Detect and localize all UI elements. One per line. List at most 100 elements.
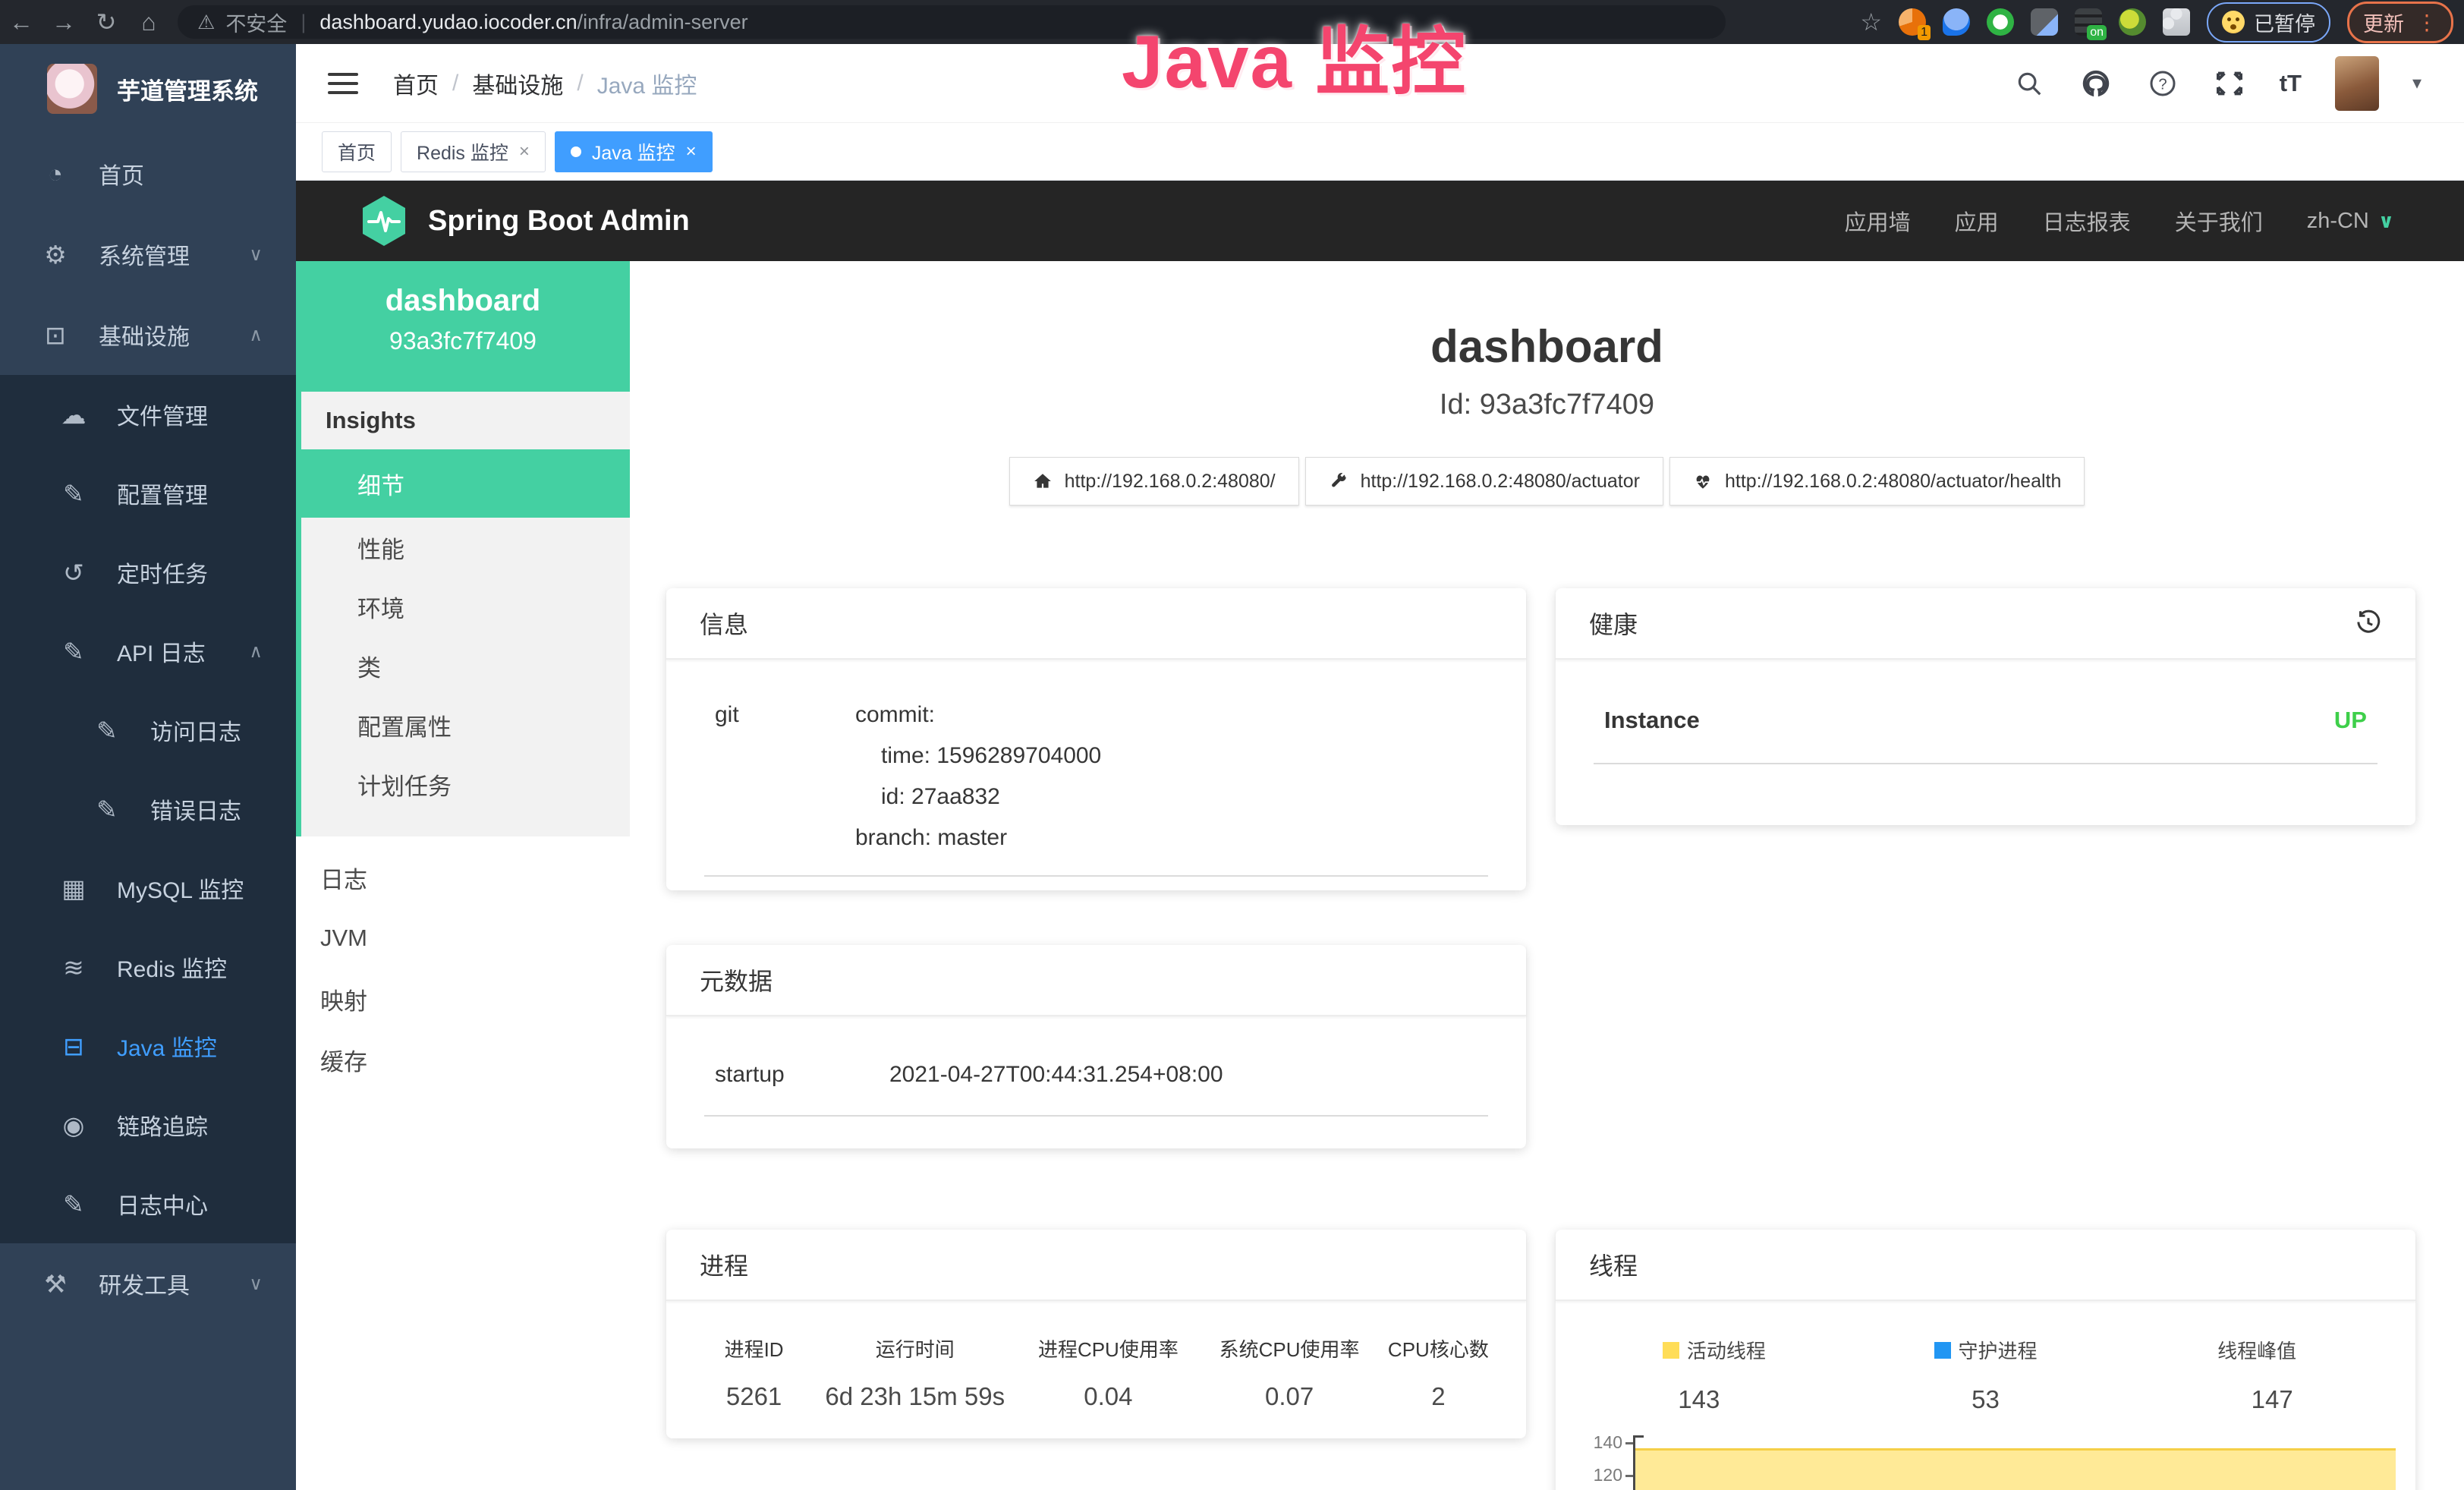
sba-brand-title[interactable]: Spring Boot Admin	[428, 205, 690, 238]
service-url: http://192.168.0.2:48080/	[1065, 471, 1276, 493]
sidebar-item-config-mgmt[interactable]: ✎ 配置管理	[0, 454, 296, 533]
service-url-link[interactable]: http://192.168.0.2:48080/	[1009, 457, 1299, 506]
history-icon[interactable]	[2355, 610, 2382, 637]
infrastructure-icon: ⊡	[39, 320, 71, 350]
help-icon[interactable]: ?	[2146, 67, 2179, 100]
sidebar-item-api-logs[interactable]: ✎ API 日志 ∧	[0, 612, 296, 691]
app-title: 芋道管理系统	[117, 72, 258, 106]
legend-label: 守护进程	[1959, 1336, 2038, 1364]
browser-forward-icon[interactable]: →	[42, 8, 85, 36]
live-threads-area	[1635, 1448, 2396, 1490]
browser-reload-icon[interactable]: ↻	[85, 8, 127, 36]
extension-pin-icon[interactable]	[1943, 8, 1970, 36]
sidebar-item-java-monitor[interactable]: ⊟ Java 监控	[0, 1006, 296, 1085]
avatar-caret-icon[interactable]: ▾	[2412, 72, 2422, 94]
update-label: 更新	[2363, 8, 2404, 37]
sba-locale-select[interactable]: zh-CN ∨	[2307, 209, 2394, 234]
sidebar-toggle-icon[interactable]	[328, 73, 358, 94]
sidebar-item-cron-jobs[interactable]: ↺ 定时任务	[0, 533, 296, 612]
browser-update-button[interactable]: 更新 ⋮	[2347, 2, 2453, 43]
daemon-threads-value: 53	[1842, 1385, 2129, 1414]
browser-home-icon[interactable]: ⌂	[127, 8, 170, 36]
monitor-icon: ⊟	[58, 1032, 90, 1061]
sidebar-item-mysql-monitor[interactable]: ▦ MySQL 监控	[0, 849, 296, 928]
fullscreen-icon[interactable]	[2213, 67, 2246, 100]
sba-item-jvm[interactable]: JVM	[296, 908, 630, 969]
breadcrumb-separator: /	[577, 71, 583, 96]
info-card: 信息 git commit: time: 1596289704000 id: 2…	[666, 588, 1526, 890]
app-logo-row[interactable]: 芋道管理系统	[0, 44, 296, 134]
card-title: 健康	[1589, 606, 1638, 641]
breadcrumb-home[interactable]: 首页	[393, 67, 439, 100]
breadcrumb-infrastructure[interactable]: 基础设施	[472, 67, 563, 100]
sba-nav-journal[interactable]: 日志报表	[2043, 205, 2131, 237]
legend-square-yellow	[1663, 1342, 1679, 1359]
sba-item-logging[interactable]: 日志	[296, 847, 630, 908]
sba-item-metrics[interactable]: 性能	[301, 518, 630, 577]
instance-links: http://192.168.0.2:48080/ http://192.168…	[630, 457, 2464, 506]
github-icon[interactable]	[2079, 67, 2113, 100]
extension-grid-icon[interactable]	[2031, 8, 2058, 36]
legend-live-threads: 活动线程	[1578, 1336, 1850, 1364]
sidebar-item-access-log[interactable]: ✎ 访问日志	[0, 691, 296, 770]
address-bar[interactable]: ⚠ 不安全 | dashboard.yudao.iocoder.cn /infr…	[178, 5, 1726, 39]
sidebar-item-file-mgmt[interactable]: ☁ 文件管理	[0, 375, 296, 454]
sba-item-classes[interactable]: 类	[301, 636, 630, 695]
sba-instance-header[interactable]: dashboard 93a3fc7f7409	[296, 261, 630, 392]
close-icon[interactable]: ×	[686, 141, 697, 162]
sidebar-item-log-center[interactable]: ✎ 日志中心	[0, 1164, 296, 1243]
sba-item-details[interactable]: 细节	[301, 449, 630, 518]
sidebar-item-trace[interactable]: ◉ 链路追踪	[0, 1085, 296, 1164]
sba-nav-applications[interactable]: 应用	[1955, 205, 1999, 237]
sidebar-item-infrastructure[interactable]: ⊡ 基础设施 ∧	[0, 295, 296, 375]
actuator-url-link[interactable]: http://192.168.0.2:48080/actuator	[1305, 457, 1663, 506]
user-avatar[interactable]	[2335, 56, 2379, 111]
threads-card-header: 线程	[1556, 1230, 2415, 1301]
chevron-down-icon: ∨	[249, 244, 263, 266]
col-cpu-cores: CPU核心数	[1378, 1334, 1499, 1362]
sba-item-mappings[interactable]: 映射	[296, 969, 630, 1029]
extension-list-icon[interactable]: on	[2075, 8, 2102, 36]
table-icon: ▦	[58, 874, 90, 903]
health-url-link[interactable]: http://192.168.0.2:48080/actuator/health	[1669, 457, 2085, 506]
sidebar-item-label: MySQL 监控	[117, 871, 244, 905]
sidebar-item-system-mgmt[interactable]: ⚙ 系统管理 ∨	[0, 214, 296, 295]
font-size-icon[interactable]: tT	[2280, 70, 2302, 97]
tab-label: Java 监控	[592, 138, 675, 165]
sba-item-environment[interactable]: 环境	[301, 577, 630, 636]
tab-label: 首页	[338, 138, 376, 165]
sba-sidebar: dashboard 93a3fc7f7409 Insights 细节 性能 环境…	[296, 261, 630, 1490]
chevron-up-icon: ∧	[249, 324, 263, 346]
search-icon[interactable]	[2012, 67, 2046, 100]
sba-nav-wallboard[interactable]: 应用墙	[1845, 205, 1911, 237]
system-cpu-value: 0.07	[1201, 1382, 1377, 1411]
close-icon[interactable]: ×	[519, 141, 530, 162]
tab-redis-monitor[interactable]: Redis 监控 ×	[401, 131, 546, 172]
chart-y-axis: 140 120 100	[1583, 1435, 1633, 1490]
extension-badge: 1	[1918, 25, 1931, 40]
sba-item-config-props[interactable]: 配置属性	[301, 695, 630, 754]
tab-home[interactable]: 首页	[322, 131, 392, 172]
extension-green-circle-icon[interactable]	[1987, 8, 2014, 36]
legend-daemon-threads: 守护进程	[1850, 1336, 2122, 1364]
extension-leaf-icon[interactable]	[2119, 8, 2146, 36]
extension-orange-icon[interactable]: 1	[1899, 8, 1926, 36]
bookmark-star-icon[interactable]: ☆	[1860, 8, 1882, 36]
sidebar-item-dev-tools[interactable]: ⚒ 研发工具 ∨	[0, 1243, 296, 1324]
breadcrumb: 首页 / 基础设施 / Java 监控	[393, 67, 697, 100]
app-logo-image	[47, 64, 97, 114]
sidebar-item-home[interactable]: ◔ 首页	[0, 134, 296, 214]
sba-nav-about[interactable]: 关于我们	[2175, 205, 2263, 237]
url-host: dashboard.yudao.iocoder.cn	[319, 11, 577, 34]
browser-menu-icon[interactable]: ⋮	[2416, 10, 2437, 35]
sba-item-caches[interactable]: 缓存	[296, 1029, 630, 1090]
extensions-puzzle-icon[interactable]	[2163, 8, 2190, 36]
browser-back-icon[interactable]: ←	[0, 8, 42, 36]
sidebar-item-label: 基础设施	[99, 318, 190, 351]
sidebar-item-label: 配置管理	[117, 477, 208, 510]
tab-java-monitor[interactable]: Java 监控 ×	[555, 131, 713, 172]
sidebar-item-error-log[interactable]: ✎ 错误日志	[0, 770, 296, 849]
sba-item-scheduled-tasks[interactable]: 计划任务	[301, 754, 630, 814]
sidebar-item-redis-monitor[interactable]: ≋ Redis 监控	[0, 928, 296, 1006]
profile-paused-badge[interactable]: 已暂停	[2207, 2, 2330, 43]
